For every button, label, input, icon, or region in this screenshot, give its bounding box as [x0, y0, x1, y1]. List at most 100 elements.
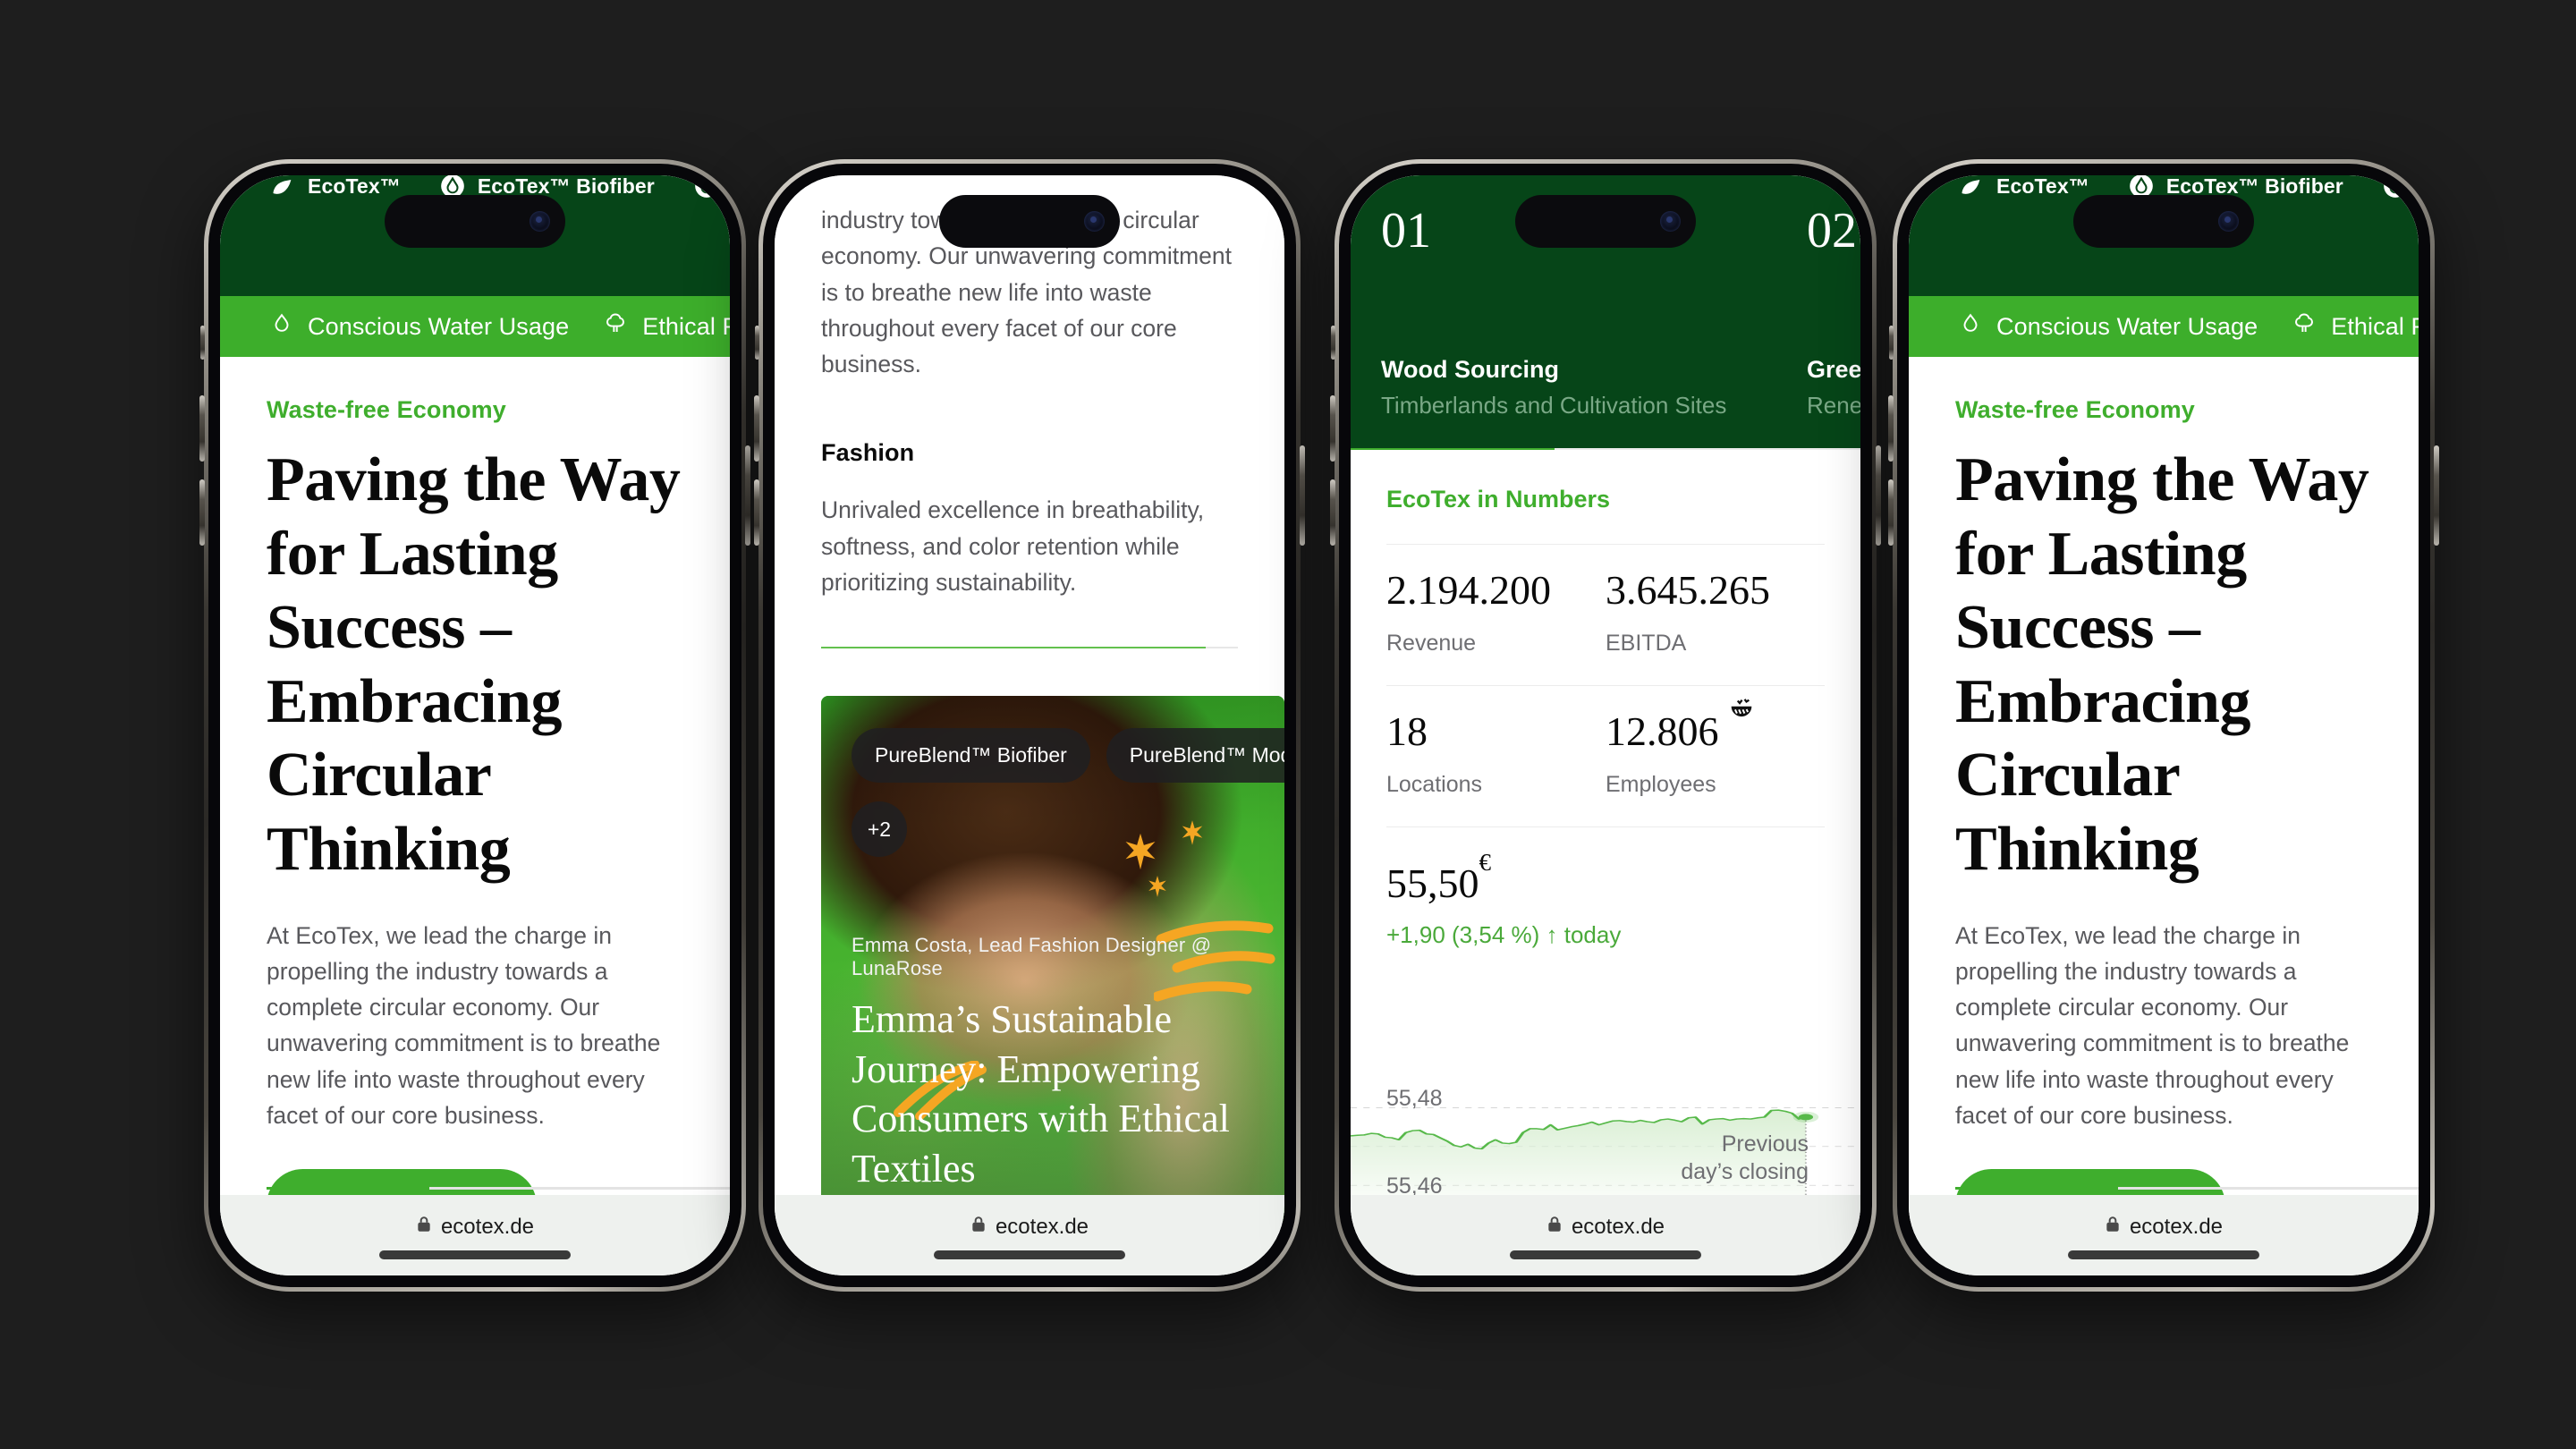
url-text: ecotex.de	[440, 1215, 535, 1239]
chart-ytick-0: 55,48	[1386, 1086, 1443, 1111]
pill-item-raw-materials[interactable]: Ethical Raw Materials	[603, 311, 730, 343]
volume-up-button[interactable]	[754, 395, 759, 462]
brand-label-0: EcoTex™	[1996, 175, 2089, 198]
process-card-1[interactable]: 02 Green Energy Renewable Power Plants	[1776, 175, 1860, 448]
power-button[interactable]	[1876, 445, 1881, 546]
stock-price: 55,50€	[1386, 849, 1825, 907]
page-title: Paving the Way for Lasting Success – Emb…	[1955, 445, 2369, 884]
cursor-badge-icon	[1726, 695, 1757, 730]
volume-down-button[interactable]	[199, 479, 205, 546]
power-button[interactable]	[2434, 445, 2439, 546]
material-body-0: Unrivaled excellence in breathability, s…	[821, 496, 1205, 596]
pill-item-water[interactable]: Conscious Water Usage	[270, 312, 569, 342]
material-column-0: Fashion Unrivaled excellence in breathab…	[821, 439, 1268, 600]
brand-label-0: EcoTex™	[308, 175, 401, 198]
scene-root: EcoTex™ EcoTex™ Biofiber EcoTex™ Modal	[0, 0, 2576, 1449]
dynamic-island	[939, 195, 1120, 248]
stat-label-locations: Locations	[1386, 772, 1483, 797]
dynamic-island	[385, 195, 565, 248]
browser-url-bar[interactable]: ecotex.de	[220, 1195, 730, 1275]
stat-revenue: 2.194.200 Revenue	[1386, 545, 1606, 685]
url-text: ecotex.de	[1571, 1215, 1665, 1239]
volume-down-button[interactable]	[1888, 479, 1894, 546]
water-drop-icon	[270, 312, 293, 342]
stat-locations: 18 Locations	[1386, 686, 1606, 826]
webpage-4: EcoTex™ EcoTex™ Biofiber EcoTex™ Modal	[1909, 175, 2419, 1275]
webpage-1: EcoTex™ EcoTex™ Biofiber EcoTex™ Modal	[220, 175, 730, 1275]
numbers-section: EcoTex in Numbers 2.194.200 Revenue 3.64…	[1351, 486, 1860, 827]
stat-value-revenue: 2.194.200	[1386, 567, 1551, 613]
story-card[interactable]: PureBlend™ Biofiber PureBlend™ Modal +2 …	[821, 696, 1284, 1224]
chart-previous-close-label: Previous day’s closing	[1681, 1131, 1809, 1184]
home-indicator[interactable]	[2068, 1250, 2259, 1259]
phone-device-2: industry towards a complete circular eco…	[754, 159, 1305, 1292]
stat-label-ebitda: EBITDA	[1606, 631, 1687, 656]
volume-down-button[interactable]	[754, 479, 759, 546]
page-lede: At EcoTex, we lead the charge in propell…	[267, 921, 661, 1129]
carousel-progress-bar[interactable]	[267, 1187, 730, 1190]
webpage-3: 01 Wood Sourcing Timberlands and Cultiva…	[1351, 175, 1860, 1275]
material-title-0: Fashion	[821, 439, 915, 467]
page-title: Paving the Way for Lasting Success – Emb…	[267, 445, 681, 884]
stat-ebitda: 3.645.265 EBITDA	[1606, 545, 1825, 685]
brand-item-0[interactable]: EcoTex™	[270, 175, 401, 199]
process-title-1: Green Energy	[1807, 356, 1860, 383]
power-button[interactable]	[1300, 445, 1305, 546]
brand-item-2[interactable]: EcoTex™ Modal	[694, 175, 730, 199]
pill-item-raw-materials[interactable]: Ethical Raw Materials	[2292, 311, 2419, 343]
stats-row-1: 18 Locations 12.806 Employees	[1386, 686, 1825, 826]
front-camera-icon	[1660, 211, 1681, 232]
stat-label-employees: Employees	[1606, 772, 1716, 797]
stock-price-value: 55,50	[1386, 860, 1479, 906]
volume-up-button[interactable]	[1888, 395, 1894, 462]
material-tag-row: PureBlend™ Biofiber PureBlend™ Modal	[852, 728, 1284, 783]
volume-up-button[interactable]	[1330, 395, 1335, 462]
dynamic-island	[1515, 195, 1696, 248]
carousel-progress-bar[interactable]	[1955, 1187, 2419, 1190]
material-columns: Fashion Unrivaled excellence in breathab…	[821, 439, 1238, 600]
article-body-4: Waste-free Economy Paving the Way for La…	[1909, 396, 2419, 1275]
process-title-0: Wood Sourcing	[1381, 356, 1559, 383]
material-tag-0[interactable]: PureBlend™ Biofiber	[852, 728, 1090, 783]
carousel-progress-bar[interactable]	[1351, 448, 1860, 450]
browser-url-bar[interactable]: ecotex.de	[1351, 1195, 1860, 1275]
sparkle-icon	[1182, 820, 1203, 845]
stat-value-employees: 12.806	[1606, 708, 1719, 754]
page-eyebrow: Waste-free Economy	[267, 396, 506, 423]
home-indicator[interactable]	[1510, 1250, 1701, 1259]
mute-switch[interactable]	[755, 326, 759, 360]
home-indicator[interactable]	[934, 1250, 1125, 1259]
brand-item-2[interactable]: EcoTex™ Modal	[2383, 175, 2419, 199]
recycle-tree-icon	[2292, 311, 2317, 343]
currency-symbol: €	[1479, 848, 1492, 876]
power-button[interactable]	[745, 445, 750, 546]
process-number-1: 02	[1807, 203, 1857, 258]
stock-chart[interactable]: 55,48 55,46 55,44 Previousday’s closing	[1351, 1079, 1860, 1199]
volume-down-button[interactable]	[1330, 479, 1335, 546]
pill-item-water[interactable]: Conscious Water Usage	[1959, 312, 2258, 342]
mute-switch[interactable]	[200, 326, 205, 360]
mute-switch[interactable]	[1889, 326, 1894, 360]
mute-switch[interactable]	[1331, 326, 1335, 360]
material-tag-more[interactable]: +2	[852, 801, 907, 857]
recycle-drop-icon	[694, 175, 719, 199]
volume-up-button[interactable]	[199, 395, 205, 462]
stock-change: +1,90 (3,54 %) ↑ today	[1386, 921, 1622, 948]
phone-device-3: 01 Wood Sourcing Timberlands and Cultiva…	[1330, 159, 1881, 1292]
article-body-1: Waste-free Economy Paving the Way for La…	[220, 396, 730, 1275]
home-indicator[interactable]	[379, 1250, 571, 1259]
page-lede: At EcoTex, we lead the charge in propell…	[1955, 921, 2350, 1129]
stat-label-revenue: Revenue	[1386, 631, 1477, 656]
material-tag-1[interactable]: PureBlend™ Modal	[1106, 728, 1284, 783]
leaf-icon	[1959, 175, 1984, 199]
front-camera-icon	[2218, 211, 2239, 232]
story-caption: Emma Costa, Lead Fashion Designer @ Luna…	[852, 934, 1258, 1193]
stat-value-ebitda: 3.645.265	[1606, 567, 1770, 613]
browser-url-bar[interactable]: ecotex.de	[775, 1195, 1284, 1275]
browser-url-bar[interactable]: ecotex.de	[1909, 1195, 2419, 1275]
brand-item-0[interactable]: EcoTex™	[1959, 175, 2089, 199]
story-byline: Emma Costa, Lead Fashion Designer @ Luna…	[852, 934, 1212, 980]
front-camera-icon	[530, 211, 550, 232]
sparkle-icon	[1148, 876, 1166, 897]
story-title: Emma’s Sustainable Journey: Empowering C…	[852, 997, 1230, 1191]
